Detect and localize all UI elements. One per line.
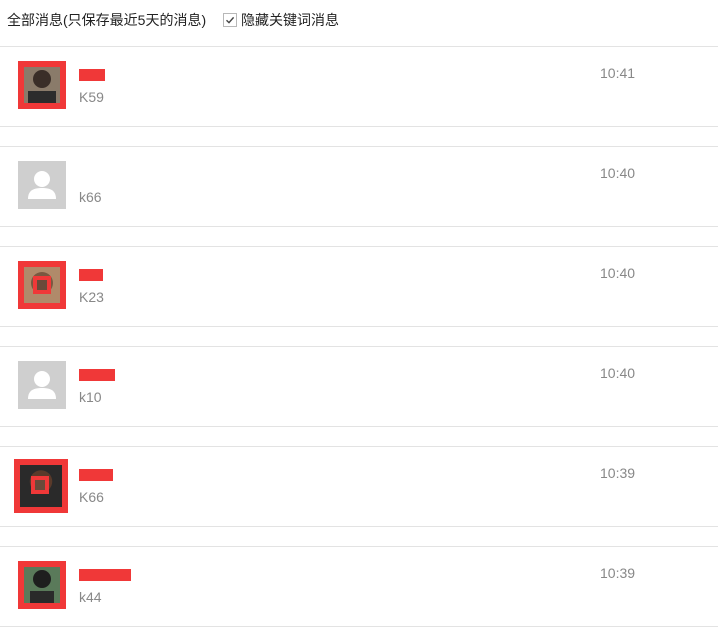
message-code: k10 — [79, 389, 102, 405]
default-user-icon — [18, 161, 66, 209]
sender-name — [79, 266, 103, 284]
redaction-bar — [79, 469, 113, 482]
redaction-square — [33, 276, 51, 294]
sender-name — [79, 566, 131, 584]
avatar[interactable] — [18, 61, 66, 109]
redaction-frame — [18, 561, 66, 609]
message-code: K66 — [79, 489, 104, 505]
redaction-frame — [18, 61, 66, 109]
redaction-bar — [79, 69, 105, 82]
default-user-icon — [18, 361, 66, 409]
avatar[interactable] — [18, 161, 66, 209]
message-time: 10:39 — [600, 565, 636, 581]
redaction-bar — [79, 269, 103, 282]
message-filter-bar: 全部消息(只保存最近5天的消息) 隐藏关键词消息 — [0, 0, 718, 38]
avatar[interactable] — [18, 361, 66, 409]
redaction-square — [31, 476, 49, 494]
message-item[interactable]: K59 10:41 — [0, 46, 718, 127]
message-code: k66 — [79, 189, 102, 205]
message-time: 10:40 — [600, 365, 636, 381]
hide-keyword-toggle[interactable]: 隐藏关键词消息 — [223, 10, 339, 30]
message-item[interactable]: k44 10:39 — [0, 546, 718, 627]
message-time: 10:39 — [600, 465, 636, 481]
message-time: 10:40 — [600, 265, 636, 281]
message-time: 10:41 — [600, 65, 636, 81]
sender-name — [79, 366, 115, 384]
hide-keyword-label: 隐藏关键词消息 — [241, 12, 339, 28]
redaction-bar — [79, 569, 131, 582]
message-item[interactable]: k10 10:40 — [0, 346, 718, 427]
checkmark-icon — [226, 16, 235, 24]
all-messages-filter[interactable]: 全部消息(只保存最近5天的消息) — [7, 10, 206, 30]
sender-name — [79, 466, 113, 484]
avatar[interactable] — [18, 561, 66, 609]
message-code: K59 — [79, 89, 104, 105]
message-item[interactable]: k66 10:40 — [0, 146, 718, 227]
message-item[interactable]: K66 10:39 — [0, 446, 718, 527]
message-item[interactable]: K23 10:40 — [0, 246, 718, 327]
message-time: 10:40 — [600, 165, 636, 181]
redaction-bar — [79, 369, 115, 382]
message-code: k44 — [79, 589, 102, 605]
message-code: K23 — [79, 289, 104, 305]
hide-keyword-checkbox[interactable] — [223, 13, 237, 27]
sender-name — [79, 66, 105, 84]
avatar[interactable] — [18, 261, 66, 309]
avatar[interactable] — [14, 459, 68, 513]
